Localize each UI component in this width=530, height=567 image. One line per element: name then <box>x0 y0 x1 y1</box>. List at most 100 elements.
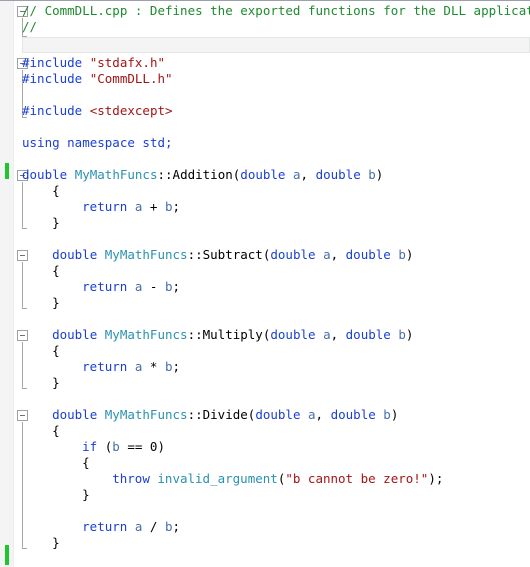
code-token: a <box>323 327 331 342</box>
code-line[interactable]: using namespace std; <box>0 135 530 151</box>
code-line-text: double MyMathFuncs::Addition(double a, d… <box>22 167 383 183</box>
code-line[interactable]: throw invalid_argument("b cannot be zero… <box>0 471 530 487</box>
code-token: MyMathFuncs <box>104 247 188 262</box>
code-line[interactable] <box>0 151 530 167</box>
code-token: b <box>398 327 406 342</box>
code-token: #include <box>22 71 90 86</box>
code-line[interactable]: } <box>0 535 530 551</box>
code-line-text: using namespace std; <box>22 135 173 151</box>
code-line[interactable] <box>0 503 530 519</box>
code-token: // <box>22 19 38 34</box>
code-token: { <box>52 343 60 358</box>
code-token: b <box>368 167 376 182</box>
code-token: double <box>52 407 105 422</box>
code-line-text: { <box>52 263 60 279</box>
code-line[interactable]: { <box>0 423 530 439</box>
code-token: b <box>398 247 406 262</box>
code-token: ); <box>428 471 444 486</box>
code-line[interactable]: { <box>0 343 530 359</box>
code-line[interactable]: double MyMathFuncs::Addition(double a, d… <box>0 167 530 183</box>
code-token: b <box>383 407 391 422</box>
code-token: , <box>330 247 346 262</box>
code-line-text: return a - b; <box>82 279 180 295</box>
code-line[interactable]: { <box>0 455 530 471</box>
code-line[interactable]: } <box>0 295 530 311</box>
code-token: invalid_argument <box>157 471 278 486</box>
code-line[interactable] <box>0 231 530 247</box>
code-token: ; <box>172 519 181 534</box>
code-line-text: { <box>52 183 60 199</box>
code-line[interactable]: { <box>0 183 530 199</box>
code-editor-pane[interactable]: // CommDLL.cpp : Defines the exported fu… <box>0 0 530 567</box>
code-token: } <box>52 215 60 230</box>
code-line[interactable]: if (b == 0) <box>0 439 530 455</box>
code-token: ) <box>390 407 399 422</box>
code-line-text: #include "CommDLL.h" <box>22 71 173 87</box>
code-line[interactable]: double MyMathFuncs::Divide(double a, dou… <box>0 407 530 423</box>
code-line[interactable]: #include <stdexcept> <box>0 103 530 119</box>
code-token: double <box>52 327 105 342</box>
code-line[interactable]: // CommDLL.cpp : Defines the exported fu… <box>0 3 530 19</box>
code-token: // CommDLL.cpp : Defines the exported fu… <box>22 3 530 18</box>
code-line[interactable] <box>0 119 530 135</box>
code-token: * <box>142 359 165 374</box>
code-line[interactable]: // <box>0 19 530 35</box>
code-line-text: return a * b; <box>82 359 180 375</box>
code-line-text: return a + b; <box>82 199 180 215</box>
code-token: { <box>52 183 60 198</box>
code-line-text: double MyMathFuncs::Divide(double a, dou… <box>52 407 398 423</box>
code-line-text: // <box>22 19 37 35</box>
code-token: } <box>52 375 60 390</box>
code-surface[interactable]: // CommDLL.cpp : Defines the exported fu… <box>0 1 530 567</box>
code-line[interactable] <box>0 87 530 103</box>
code-token: #include <box>22 103 90 118</box>
code-token: , <box>300 167 316 182</box>
code-line[interactable]: double MyMathFuncs::Multiply(double a, d… <box>0 327 530 343</box>
code-line[interactable]: #include "stdafx.h" <box>0 55 530 71</box>
code-line[interactable]: { <box>0 263 530 279</box>
code-line[interactable]: double MyMathFuncs::Subtract(double a, d… <box>0 247 530 263</box>
code-token: , <box>315 407 331 422</box>
code-line[interactable]: return a + b; <box>0 199 530 215</box>
code-token: ; <box>172 279 181 294</box>
code-line[interactable]: return a / b; <box>0 519 530 535</box>
code-token: double <box>330 407 384 422</box>
code-token: + <box>142 199 165 214</box>
code-line[interactable]: } <box>0 375 530 391</box>
code-line-text: // CommDLL.cpp : Defines the exported fu… <box>22 3 530 19</box>
code-line-text: } <box>52 215 60 231</box>
code-token: std; <box>142 135 173 150</box>
code-token: , <box>330 327 346 342</box>
current-line-highlight <box>22 37 530 53</box>
code-line[interactable]: #include "CommDLL.h" <box>0 71 530 87</box>
code-token: Addition <box>172 167 233 182</box>
code-token: ) <box>157 439 165 454</box>
code-token: MyMathFuncs <box>74 167 158 182</box>
code-line[interactable]: return a * b; <box>0 359 530 375</box>
code-token: == <box>119 439 150 454</box>
code-line[interactable] <box>0 37 530 53</box>
code-token: <stdexcept> <box>89 103 173 118</box>
code-token: :: <box>187 407 203 422</box>
code-token: MyMathFuncs <box>104 407 188 422</box>
code-token: return <box>82 199 135 214</box>
code-token: b <box>112 439 120 454</box>
code-token: "stdafx.h" <box>89 55 165 70</box>
code-line[interactable] <box>0 391 530 407</box>
code-token: using namespace <box>22 135 143 150</box>
code-token: } <box>52 295 60 310</box>
code-token: :: <box>187 247 203 262</box>
code-line-text: #include <stdexcept> <box>22 103 173 119</box>
code-line-text: double MyMathFuncs::Subtract(double a, d… <box>52 247 413 263</box>
code-line-text: } <box>52 535 60 551</box>
code-line[interactable]: return a - b; <box>0 279 530 295</box>
code-token: ) <box>405 247 414 262</box>
code-token: } <box>82 487 90 502</box>
code-token: #include <box>22 55 90 70</box>
code-token: MyMathFuncs <box>104 327 188 342</box>
code-line-text: if (b == 0) <box>82 439 165 455</box>
code-token: throw <box>112 471 158 486</box>
code-line[interactable]: } <box>0 487 530 503</box>
code-line[interactable]: } <box>0 215 530 231</box>
code-line[interactable] <box>0 311 530 327</box>
